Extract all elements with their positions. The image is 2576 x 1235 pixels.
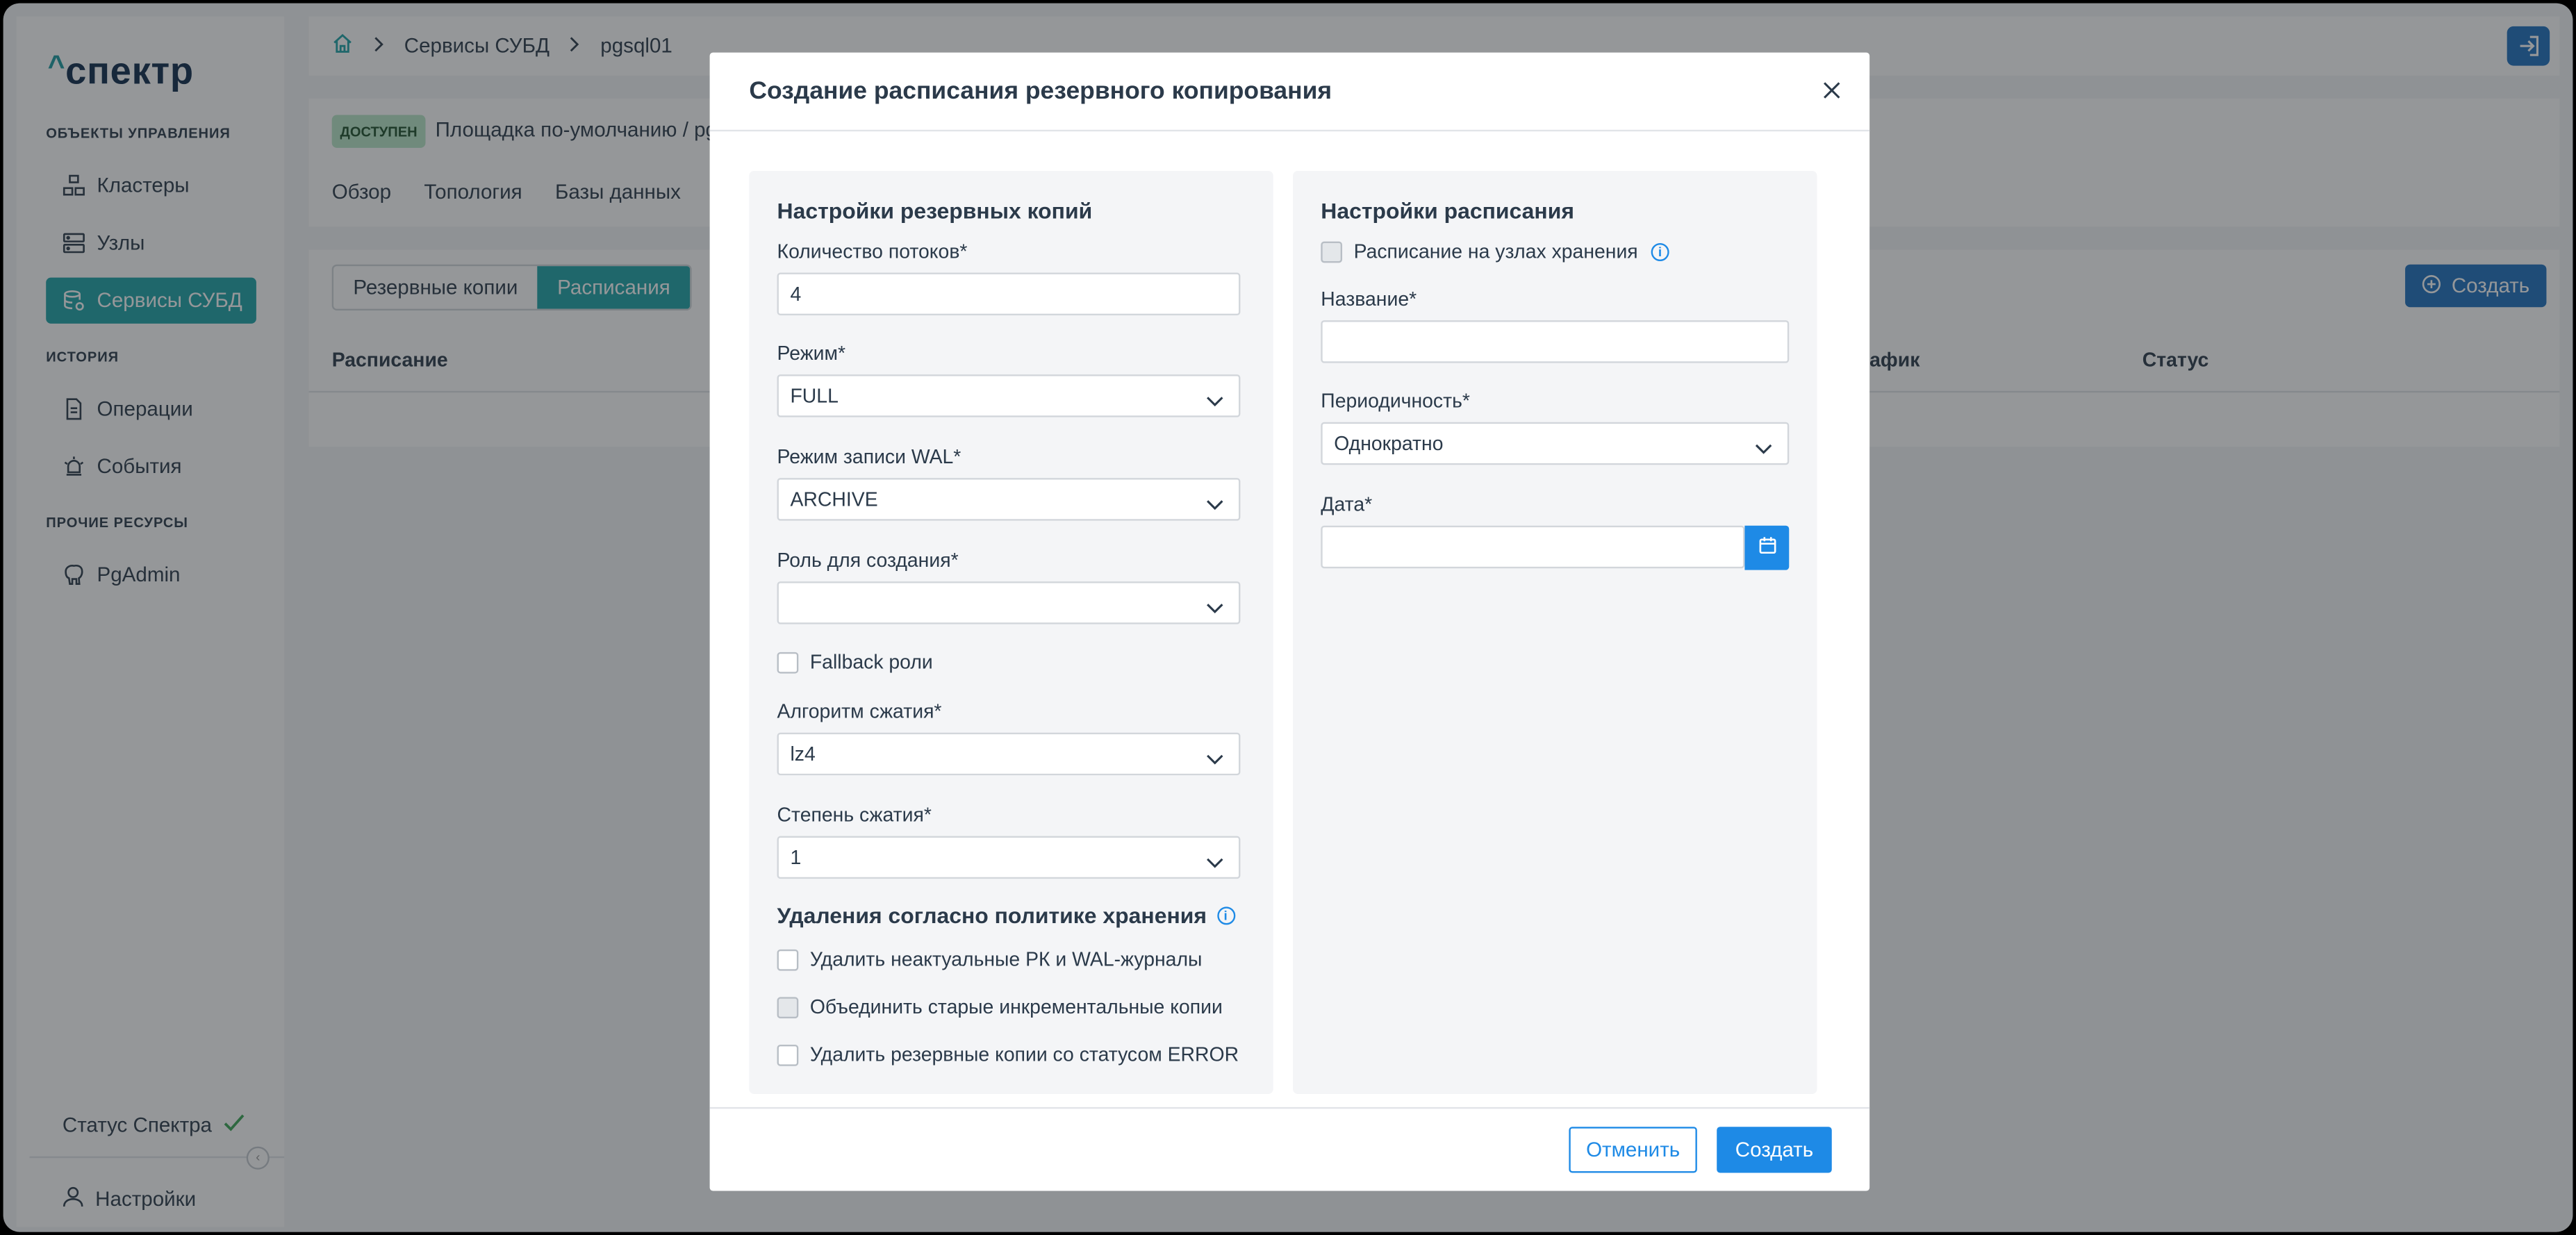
close-button[interactable] [1820, 79, 1843, 102]
checkbox-box [1321, 240, 1343, 263]
app-window: ^спектр ОБЪЕКТЫ УПРАВЛЕНИЯ Кластеры Узлы… [3, 3, 2573, 1232]
panel-title: Настройки расписания [1321, 199, 1574, 224]
compression-algo-label: Алгоритм сжатия* [777, 699, 942, 723]
mode-value: FULL [790, 384, 839, 408]
name-input[interactable] [1321, 320, 1790, 363]
date-input[interactable] [1321, 525, 1745, 569]
modal-footer-divider [709, 1106, 1870, 1109]
compression-level-label: Степень сжатия* [777, 803, 932, 827]
threads-value: 4 [790, 282, 802, 306]
close-icon [1820, 81, 1843, 108]
chevron-down-icon [1206, 747, 1224, 770]
wal-mode-label: Режим записи WAL* [777, 445, 961, 468]
compression-algo-value: lz4 [790, 742, 816, 765]
merge-incremental-label: Объединить старые инкрементальные копии [809, 995, 1223, 1019]
checkbox-box [777, 1043, 799, 1066]
schedule-settings-panel: Настройки расписания Расписание на узлах… [1293, 170, 1817, 1094]
modal-header-divider [709, 129, 1870, 132]
panel-title: Настройки резервных копий [777, 199, 1093, 224]
submit-button[interactable]: Создать [1717, 1127, 1832, 1173]
delete-error-checkbox[interactable]: Удалить резервные копии со статусом ERRO… [777, 1043, 1239, 1066]
periodicity-value: Однократно [1334, 431, 1444, 456]
modal-title: Создание расписания резервного копирован… [749, 77, 1332, 106]
chevron-down-icon [1755, 437, 1773, 460]
role-select[interactable] [777, 581, 1241, 624]
periodicity-label: Периодичность* [1321, 389, 1470, 413]
chevron-down-icon [1206, 492, 1224, 515]
retention-section: Удаления согласно политике хранения i [777, 904, 1235, 928]
periodicity-select[interactable]: Однократно [1321, 422, 1790, 465]
checkbox-box [777, 651, 799, 673]
wal-mode-value: ARCHIVE [790, 488, 878, 511]
delete-obsolete-label: Удалить неактуальные РК и WAL-журналы [809, 947, 1203, 971]
checkbox-box [777, 996, 799, 1018]
mode-label: Режим* [777, 341, 846, 365]
storage-nodes-checkbox[interactable]: Расписание на узлах хранения i [1321, 240, 1669, 263]
merge-incremental-checkbox[interactable]: Объединить старые инкрементальные копии [777, 995, 1223, 1018]
storage-nodes-label: Расписание на узлах хранения [1353, 240, 1638, 263]
compression-level-select[interactable]: 1 [777, 836, 1241, 879]
retention-title: Удаления согласно политике хранения [777, 903, 1207, 929]
compression-level-value: 1 [790, 845, 802, 869]
fallback-role-checkbox[interactable]: Fallback роли [777, 650, 933, 674]
name-label: Название* [1321, 287, 1417, 310]
chevron-down-icon [1206, 851, 1224, 874]
fallback-label: Fallback роли [809, 650, 933, 674]
calendar-icon [1757, 533, 1776, 563]
wal-mode-select[interactable]: ARCHIVE [777, 478, 1241, 521]
backup-settings-panel: Настройки резервных копий Количество пот… [749, 170, 1273, 1094]
info-icon[interactable]: i [1651, 242, 1669, 260]
checkbox-box [777, 948, 799, 970]
threads-label: Количество потоков* [777, 240, 968, 263]
info-icon[interactable]: i [1216, 906, 1235, 925]
cancel-button[interactable]: Отменить [1569, 1127, 1697, 1173]
threads-input[interactable]: 4 [777, 272, 1241, 316]
create-schedule-modal: Создание расписания резервного копирован… [709, 52, 1870, 1191]
calendar-button[interactable] [1744, 525, 1790, 570]
role-label: Роль для создания* [777, 548, 959, 572]
chevron-down-icon [1206, 389, 1224, 412]
delete-obsolete-checkbox[interactable]: Удалить неактуальные РК и WAL-журналы [777, 947, 1203, 971]
mode-select[interactable]: FULL [777, 374, 1241, 417]
delete-error-label: Удалить резервные копии со статусом ERRO… [809, 1043, 1239, 1066]
chevron-down-icon [1206, 596, 1224, 619]
date-label: Дата* [1321, 492, 1373, 516]
compression-algo-select[interactable]: lz4 [777, 732, 1241, 776]
